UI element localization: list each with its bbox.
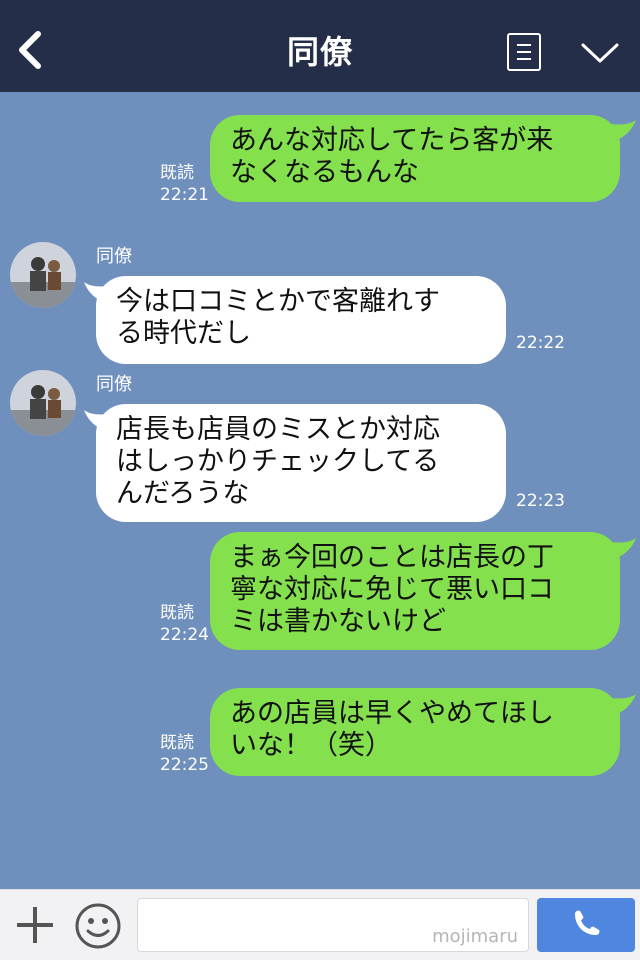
plus-icon[interactable] [14,904,56,946]
chat-title: 同僚 [286,33,353,71]
call-button[interactable] [537,898,635,952]
message-line: る時代だし [116,318,251,349]
read-receipt: 既読 [160,603,194,623]
message-meta: 既読 22:24 [160,602,209,646]
message-line: あんな対応してたら客が来 [230,125,554,156]
chevron-down-icon[interactable] [580,40,620,66]
message-line: 寧な対応に免じて悪い口コ [230,574,554,605]
menu-icon[interactable] [507,33,541,71]
message-line: はしっかりチェックしてる [116,446,440,477]
outgoing-message: あんな対応してたら客が来 なくなるもんな 既読 22:21 [0,92,640,212]
message-bubble[interactable]: 店長も店員のミスとか対応 はしっかりチェックしてる んだろうな [96,404,506,522]
outgoing-message: まぁ今回のことは店長の丁 寧な対応に免じて悪い口コ ミは書かないけど 既読 22… [0,530,640,650]
message-line: あの店員は早くやめてほし [230,698,554,729]
message-bubble[interactable]: あんな対応してたら客が来 なくなるもんな [210,115,620,202]
message-time: 22:21 [160,185,209,205]
message-line: いな！（笑） [230,730,392,761]
watermark: mojimaru [432,926,518,947]
phone-icon [575,910,600,935]
message-line: 今は口コミとかで客離れす [116,286,440,317]
incoming-message: 同僚 今は口コミとかで客離れす る時代だし 22:22 [0,242,640,372]
message-bubble[interactable]: まぁ今回のことは店長の丁 寧な対応に免じて悪い口コ ミは書かないけど [210,532,620,650]
read-receipt: 既読 [160,163,194,183]
message-line: んだろうな [116,478,250,509]
message-time: 22:22 [516,333,565,353]
message-time: 22:25 [160,755,209,775]
chat-header: 同僚 [0,0,640,92]
message-input[interactable]: mojimaru [137,898,529,952]
composer-bar: mojimaru [0,889,640,960]
message-time: 22:23 [516,491,565,511]
message-line: ミは書かないけど [230,606,446,637]
avatar[interactable] [10,370,76,436]
outgoing-message: あの店員は早くやめてほし いな！（笑） 既読 22:25 [0,688,640,784]
sender-name: 同僚 [96,374,132,395]
message-line: なくなるもんな [230,157,419,188]
read-receipt: 既読 [160,733,194,753]
incoming-message: 同僚 店長も店員のミスとか対応 はしっかりチェックしてる んだろうな 22:23 [0,370,640,530]
message-meta: 既読 22:25 [160,732,209,776]
chat-area[interactable]: あんな対応してたら客が来 なくなるもんな 既読 22:21 同僚 今は口コミとか… [0,92,640,889]
message-time: 22:24 [160,625,209,645]
smile-icon[interactable] [74,902,122,950]
sender-name: 同僚 [96,246,132,267]
message-bubble[interactable]: 今は口コミとかで客離れす る時代だし [96,276,506,364]
message-meta: 既読 22:21 [160,162,209,206]
message-bubble[interactable]: あの店員は早くやめてほし いな！（笑） [210,688,620,776]
avatar[interactable] [10,242,76,308]
message-line: まぁ今回のことは店長の丁 [230,542,554,573]
message-line: 店長も店員のミスとか対応 [116,414,440,445]
